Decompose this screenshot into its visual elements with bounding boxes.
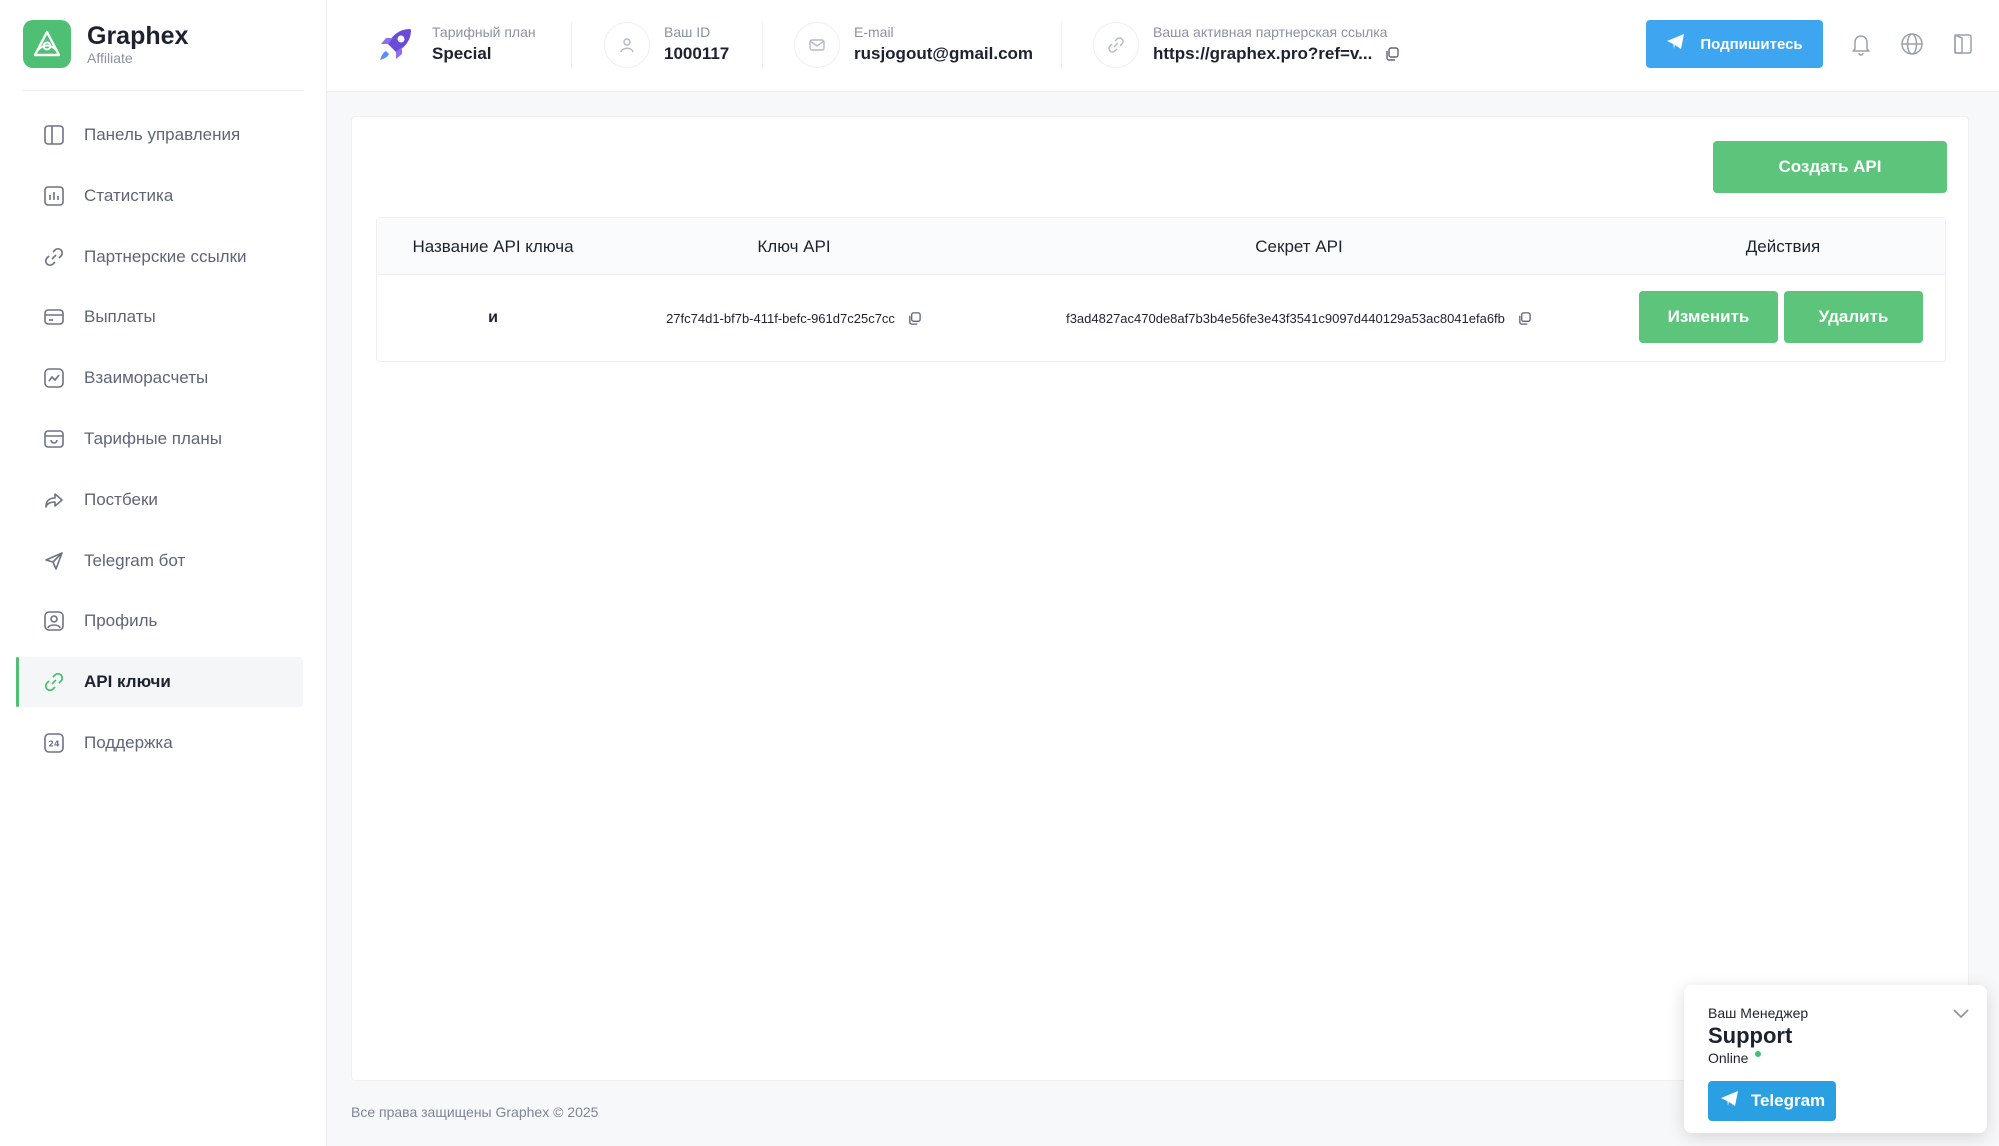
partner-link-value: https://graphex.pro?ref=v... xyxy=(1153,44,1373,63)
tariff-plan-info: Тарифный план Special xyxy=(372,20,536,70)
column-header-secret: Секрет API xyxy=(1255,236,1343,256)
link-icon xyxy=(42,245,66,269)
logout-icon[interactable] xyxy=(1949,30,1977,58)
table-row: и 27fc74d1-bf7b-411f-befc-961d7c25c7cc f… xyxy=(377,275,1945,361)
email-info: E-mail rusjogout@gmail.com xyxy=(794,20,1033,70)
brand[interactable]: Graphex Affiliate xyxy=(23,20,188,68)
api-keys-table: Название API ключа Ключ API Секрет API Д… xyxy=(376,217,1946,362)
table-header: Название API ключа Ключ API Секрет API Д… xyxy=(377,218,1945,275)
brand-name: Graphex xyxy=(87,22,189,50)
delete-api-key-button[interactable]: Удалить xyxy=(1784,291,1923,343)
column-header-key: Ключ API xyxy=(757,236,831,256)
sidebar: Graphex Affiliate Панель управления Стат… xyxy=(0,0,327,1146)
user-icon xyxy=(42,609,66,633)
telegram-icon xyxy=(1666,33,1686,55)
sidebar-item-partner-links[interactable]: Партнерские ссылки xyxy=(16,232,303,282)
sidebar-item-postbacks[interactable]: Постбеки xyxy=(16,475,303,525)
copy-icon[interactable] xyxy=(1517,311,1532,326)
sidebar-item-label: Тарифные планы xyxy=(84,428,222,448)
create-api-button[interactable]: Создать API xyxy=(1713,141,1947,193)
graphex-logo-icon xyxy=(23,20,71,68)
manager-name: Support xyxy=(1708,1023,1793,1048)
support-24-icon: 24 xyxy=(42,731,66,755)
online-indicator xyxy=(1755,1051,1761,1057)
email-label: E-mail xyxy=(854,24,894,40)
sidebar-item-label: API ключи xyxy=(84,672,171,692)
link-icon xyxy=(1093,22,1139,68)
top-header: Тарифный план Special Ваш ID 1000117 E-m… xyxy=(327,0,1999,92)
manager-status: Online xyxy=(1708,1050,1749,1066)
sidebar-item-support[interactable]: 24 Поддержка xyxy=(16,718,303,768)
telegram-button-label: Telegram xyxy=(1750,1091,1826,1110)
copy-icon[interactable] xyxy=(907,311,922,326)
trend-icon xyxy=(42,366,66,390)
globe-icon[interactable] xyxy=(1898,30,1926,58)
support-widget: Ваш Менеджер Support Online Telegram xyxy=(1684,985,1987,1133)
rocket-icon xyxy=(372,22,418,68)
sidebar-item-profile[interactable]: Профиль xyxy=(16,596,303,646)
chart-icon xyxy=(42,184,66,208)
copy-icon[interactable] xyxy=(1384,46,1400,62)
divider xyxy=(1061,22,1062,68)
telegram-contact-button[interactable]: Telegram xyxy=(1708,1081,1836,1121)
sidebar-item-label: Профиль xyxy=(84,611,158,631)
sidebar-item-label: Поддержка xyxy=(84,732,173,752)
id-label: Ваш ID xyxy=(664,24,711,40)
api-key-name: и xyxy=(488,309,498,326)
user-id-info: Ваш ID 1000117 xyxy=(604,20,729,70)
edit-api-key-button[interactable]: Изменить xyxy=(1639,291,1778,343)
sidebar-item-tariff-plans[interactable]: Тарифные планы xyxy=(16,414,303,464)
column-header-name: Название API ключа xyxy=(412,236,574,256)
link-icon xyxy=(42,670,66,694)
sidebar-item-label: Партнерские ссылки xyxy=(84,246,247,266)
sidebar-item-payouts[interactable]: Выплаты xyxy=(16,292,303,342)
divider xyxy=(762,22,763,68)
sidebar-item-settlements[interactable]: Взаиморасчеты xyxy=(16,353,303,403)
send-icon xyxy=(42,549,66,573)
card-icon xyxy=(42,305,66,329)
calendar-icon xyxy=(42,427,66,451)
divider xyxy=(23,90,303,91)
sidebar-item-label: Telegram бот xyxy=(84,550,186,570)
sidebar-item-label: Постбеки xyxy=(84,489,158,509)
sidebar-nav: Панель управления Статистика Партнерские… xyxy=(16,110,303,779)
plan-label: Тарифный план xyxy=(432,24,536,40)
footer-copyright: Все права защищены Graphex © 2025 xyxy=(351,1104,599,1120)
divider xyxy=(571,22,572,68)
column-header-actions: Действия xyxy=(1745,236,1821,256)
subscribe-button[interactable]: Подпишитесь xyxy=(1646,20,1823,68)
email-value: rusjogout@gmail.com xyxy=(854,44,1034,63)
api-keys-card: Создать API Название API ключа Ключ API … xyxy=(351,116,1969,1081)
notifications-bell-icon[interactable] xyxy=(1847,30,1875,58)
partner-link-label: Ваша активная партнерская ссылка xyxy=(1153,24,1388,40)
id-value: 1000117 xyxy=(664,44,730,63)
api-secret-value: f3ad4827ac470de8af7b3b4e56fe3e43f3541c90… xyxy=(1066,310,1505,326)
sidebar-item-label: Статистика xyxy=(84,185,174,205)
brand-subtitle: Affiliate xyxy=(87,50,133,66)
svg-text:24: 24 xyxy=(48,739,60,748)
mail-icon xyxy=(794,22,840,68)
partner-link-info: Ваша активная партнерская ссылка https:/… xyxy=(1093,20,1400,70)
api-key-value: 27fc74d1-bf7b-411f-befc-961d7c25c7cc xyxy=(666,310,895,326)
sidebar-item-label: Панель управления xyxy=(84,125,241,144)
sidebar-item-label: Взаиморасчеты xyxy=(84,368,209,388)
sidebar-item-telegram-bot[interactable]: Telegram бот xyxy=(16,536,303,586)
sidebar-item-statistics[interactable]: Статистика xyxy=(16,171,303,221)
telegram-icon xyxy=(1719,1090,1741,1113)
manager-label: Ваш Менеджер xyxy=(1708,1005,1809,1021)
sidebar-item-dashboard[interactable]: Панель управления xyxy=(16,110,303,160)
share-icon xyxy=(42,488,66,512)
sidebar-item-label: Выплаты xyxy=(84,307,156,327)
sidebar-item-api-keys[interactable]: API ключи xyxy=(16,657,303,708)
user-icon xyxy=(604,22,650,68)
plan-value: Special xyxy=(432,44,492,63)
dashboard-icon xyxy=(42,123,66,147)
subscribe-label: Подпишитесь xyxy=(1700,35,1803,53)
chevron-down-icon[interactable] xyxy=(1950,1003,1972,1025)
